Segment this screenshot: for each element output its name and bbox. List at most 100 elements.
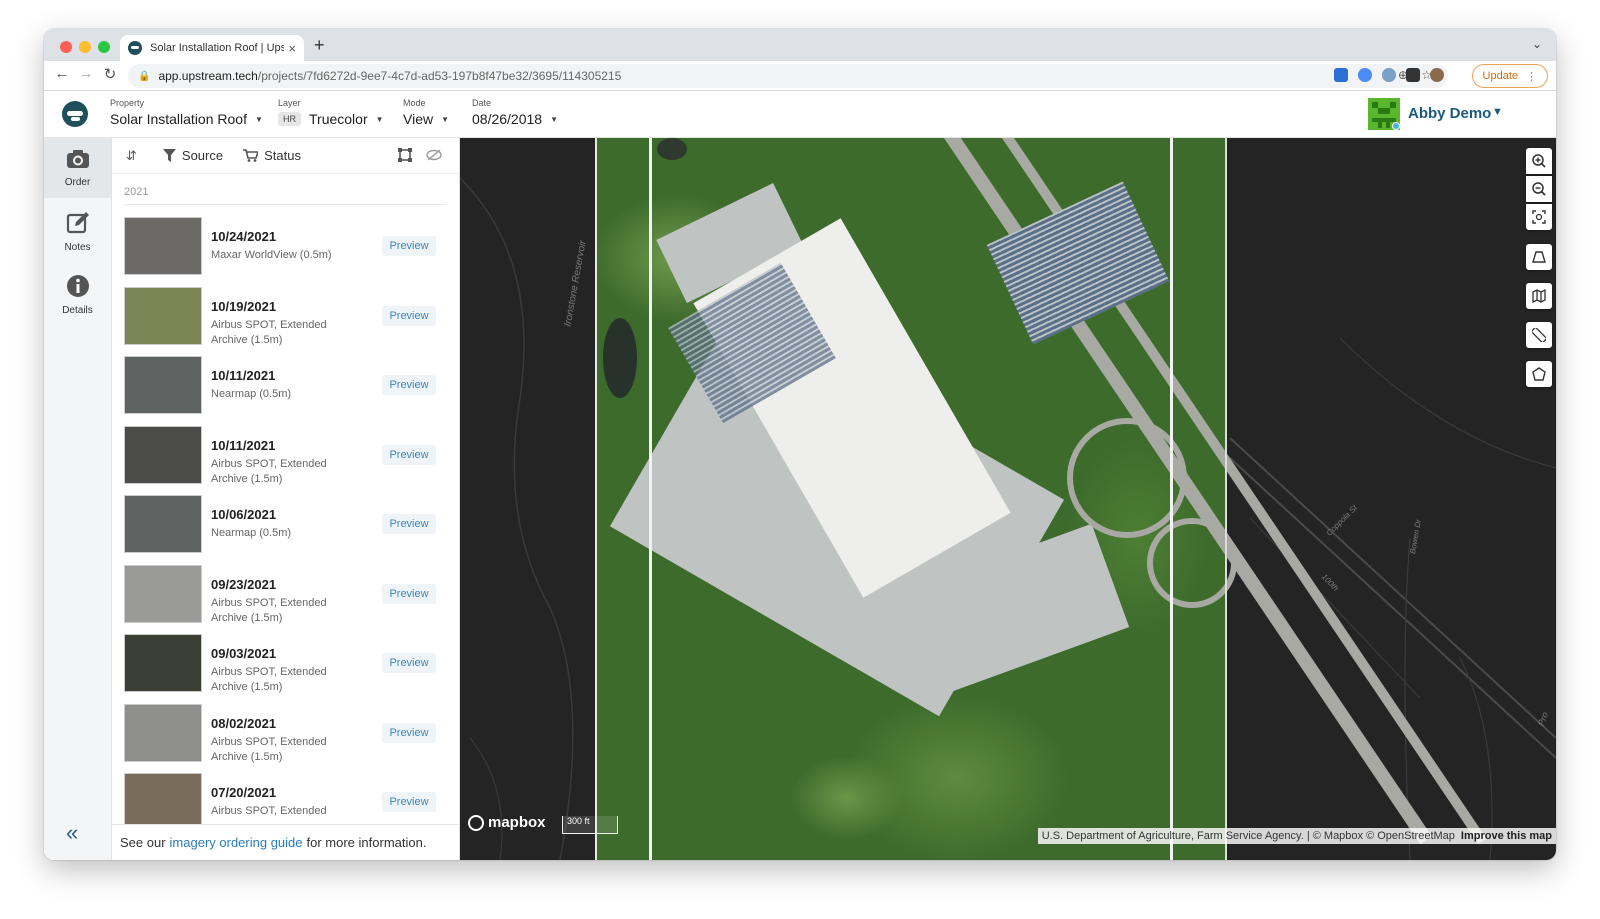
reload-icon[interactable]: ↻ (100, 65, 120, 83)
lock-icon: 🔒 (138, 70, 151, 82)
imagery-date: 10/11/2021 (211, 368, 276, 383)
imagery-list-item[interactable]: 10/11/2021 Airbus SPOT, Extended Archive(… (124, 425, 446, 487)
hide-eye-icon[interactable] (426, 148, 442, 164)
imagery-list-item[interactable]: 09/03/2021 Airbus SPOT, Extended Archive(… (124, 634, 446, 694)
hr-badge: HR (278, 112, 301, 126)
improve-map-link[interactable]: Improve this map (1461, 830, 1552, 842)
preview-button[interactable]: Preview (382, 375, 436, 395)
tab-close-icon[interactable]: × (288, 41, 296, 56)
year-heading: 2021 (124, 186, 446, 205)
upstream-logo[interactable] (62, 101, 88, 127)
rail-item-order[interactable]: Order (44, 138, 111, 198)
imagery-source: Airbus SPOT, Extended Archive (1.5m) (211, 457, 361, 487)
cart-icon (243, 149, 259, 162)
imagery-resolution: (1.5m) (250, 472, 283, 485)
imagery-guide-link[interactable]: imagery ordering guide (170, 835, 303, 850)
preview-button[interactable]: Preview (382, 583, 436, 604)
basemap-button[interactable] (1526, 244, 1552, 270)
draw-polygon-button[interactable] (1526, 361, 1552, 387)
zoom-in-button[interactable] (1526, 148, 1552, 174)
imagery-thumbnail[interactable] (124, 286, 202, 345)
preview-button[interactable]: Preview (382, 792, 436, 812)
imagery-source: Airbus SPOT, Extended Archive (1.5m) (211, 665, 361, 695)
preview-button[interactable]: Preview (382, 653, 436, 673)
browser-tab[interactable]: Solar Installation Roof | Upstre... × (120, 35, 304, 61)
rail-item-notes[interactable]: Notes (44, 201, 111, 261)
imagery-thumbnail[interactable] (124, 495, 202, 553)
swipe-divider[interactable] (1225, 138, 1227, 860)
extension-icon[interactable] (1334, 68, 1348, 82)
imagery-list-item[interactable]: 09/23/2021 Airbus SPOT, Extended Archive(… (124, 564, 446, 626)
rail-item-details[interactable]: Details (44, 264, 111, 324)
imagery-source: Airbus SPOT, Extended Archive (1.5m) (211, 596, 361, 626)
mapbox-logo[interactable]: mapbox (468, 814, 546, 831)
imagery-source-name: Airbus SPOT, Extended (211, 805, 327, 817)
imagery-thumbnail[interactable] (124, 356, 202, 414)
map-layers-button[interactable] (1526, 283, 1552, 309)
fit-bounds-icon (1532, 210, 1546, 224)
minimize-window-button[interactable] (79, 41, 91, 53)
sort-button[interactable]: ⇵ (126, 148, 143, 164)
user-name[interactable]: Abby Demo (1408, 105, 1491, 122)
imagery-list-item[interactable]: 10/06/2021 Nearmap (0.5m) Preview (124, 495, 446, 555)
measure-button[interactable] (1526, 322, 1552, 348)
imagery-thumbnail[interactable] (124, 773, 202, 831)
imagery-thumbnail[interactable] (124, 217, 202, 275)
preview-button[interactable]: Preview (382, 722, 436, 743)
date-selector[interactable]: Date 08/26/2018 ▼ (472, 98, 558, 127)
preview-button[interactable]: Preview (382, 444, 436, 465)
rail-label-notes: Notes (64, 242, 91, 253)
close-window-button[interactable] (60, 41, 72, 53)
mode-selector[interactable]: Mode View ▼ (403, 98, 449, 127)
preview-button[interactable]: Preview (382, 305, 436, 326)
preview-button[interactable]: Preview (382, 514, 436, 534)
swipe-divider[interactable] (649, 138, 652, 860)
layer-value: Truecolor (309, 111, 368, 127)
layer-selector[interactable]: Layer HR Truecolor ▼ (278, 98, 384, 127)
mode-label: Mode (403, 98, 426, 108)
forward-icon[interactable]: → (76, 65, 96, 82)
satellite-imagery (595, 138, 1487, 860)
puzzle-icon[interactable] (1406, 68, 1420, 82)
tab-search-chevron-icon[interactable]: ⌄ (1532, 37, 1542, 51)
imagery-source: Maxar WorldView (0.5m) (211, 248, 361, 263)
property-selector[interactable]: Property Solar Installation Roof ▼ (110, 98, 263, 127)
imagery-resolution: (1.5m) (250, 681, 283, 693)
imagery-date: 08/02/2021 (211, 715, 277, 731)
imagery-list-item[interactable]: 10/19/2021 Airbus SPOT, Extended Archive(… (124, 286, 446, 347)
imagery-thumbnail[interactable] (124, 425, 202, 484)
chevron-down-icon[interactable]: ▼ (1492, 106, 1503, 118)
rail-label-order: Order (64, 177, 91, 188)
scale-bar: 300 ft (562, 816, 618, 834)
property-label: Property (110, 98, 145, 108)
status-filter-label: Status (264, 148, 301, 163)
maximize-window-button[interactable] (98, 41, 110, 53)
imagery-list-item[interactable]: 08/02/2021 Airbus SPOT, Extended Archive(… (124, 703, 446, 764)
profile-avatar[interactable] (1430, 68, 1444, 82)
browser-window: Solar Installation Roof | Upstre... × + … (44, 29, 1556, 860)
fit-bounds-button[interactable] (1526, 204, 1552, 230)
imagery-thumbnail[interactable] (124, 703, 202, 762)
back-icon[interactable]: ← (52, 65, 72, 82)
source-filter-button[interactable]: Source (162, 148, 223, 163)
address-bar[interactable]: 🔒 app.upstream.tech/projects/7fd6272d-9e… (128, 64, 1448, 88)
new-tab-button[interactable]: + (314, 35, 325, 56)
update-button[interactable]: Update ⋮ (1471, 64, 1548, 88)
extension-icon[interactable] (1382, 68, 1396, 82)
swipe-divider[interactable] (1170, 138, 1173, 860)
draw-area-icon[interactable] (398, 148, 412, 165)
imagery-thumbnail[interactable] (124, 634, 202, 692)
imagery-thumbnail[interactable] (124, 564, 202, 623)
collapse-sidebar-icon[interactable]: « (66, 820, 78, 846)
panel-toolbar: ⇵ Source Status (112, 138, 459, 174)
zoom-out-button[interactable] (1526, 176, 1552, 202)
attribution-text: U.S. Department of Agriculture, Farm Ser… (1041, 830, 1455, 842)
zoom-out-icon (1532, 182, 1546, 196)
map-canvas[interactable]: Ironstone Reservoir Coppola St Bowen Dr … (460, 138, 1556, 860)
extension-icon[interactable] (1358, 68, 1372, 82)
preview-button[interactable]: Preview (382, 236, 436, 256)
imagery-list-item[interactable]: 10/24/2021 Maxar WorldView (0.5m) Preview (124, 217, 446, 277)
layer-label: Layer (278, 98, 301, 108)
imagery-list-item[interactable]: 10/11/2021 Nearmap (0.5m) Preview (124, 356, 446, 416)
status-filter-button[interactable]: Status (243, 148, 301, 163)
